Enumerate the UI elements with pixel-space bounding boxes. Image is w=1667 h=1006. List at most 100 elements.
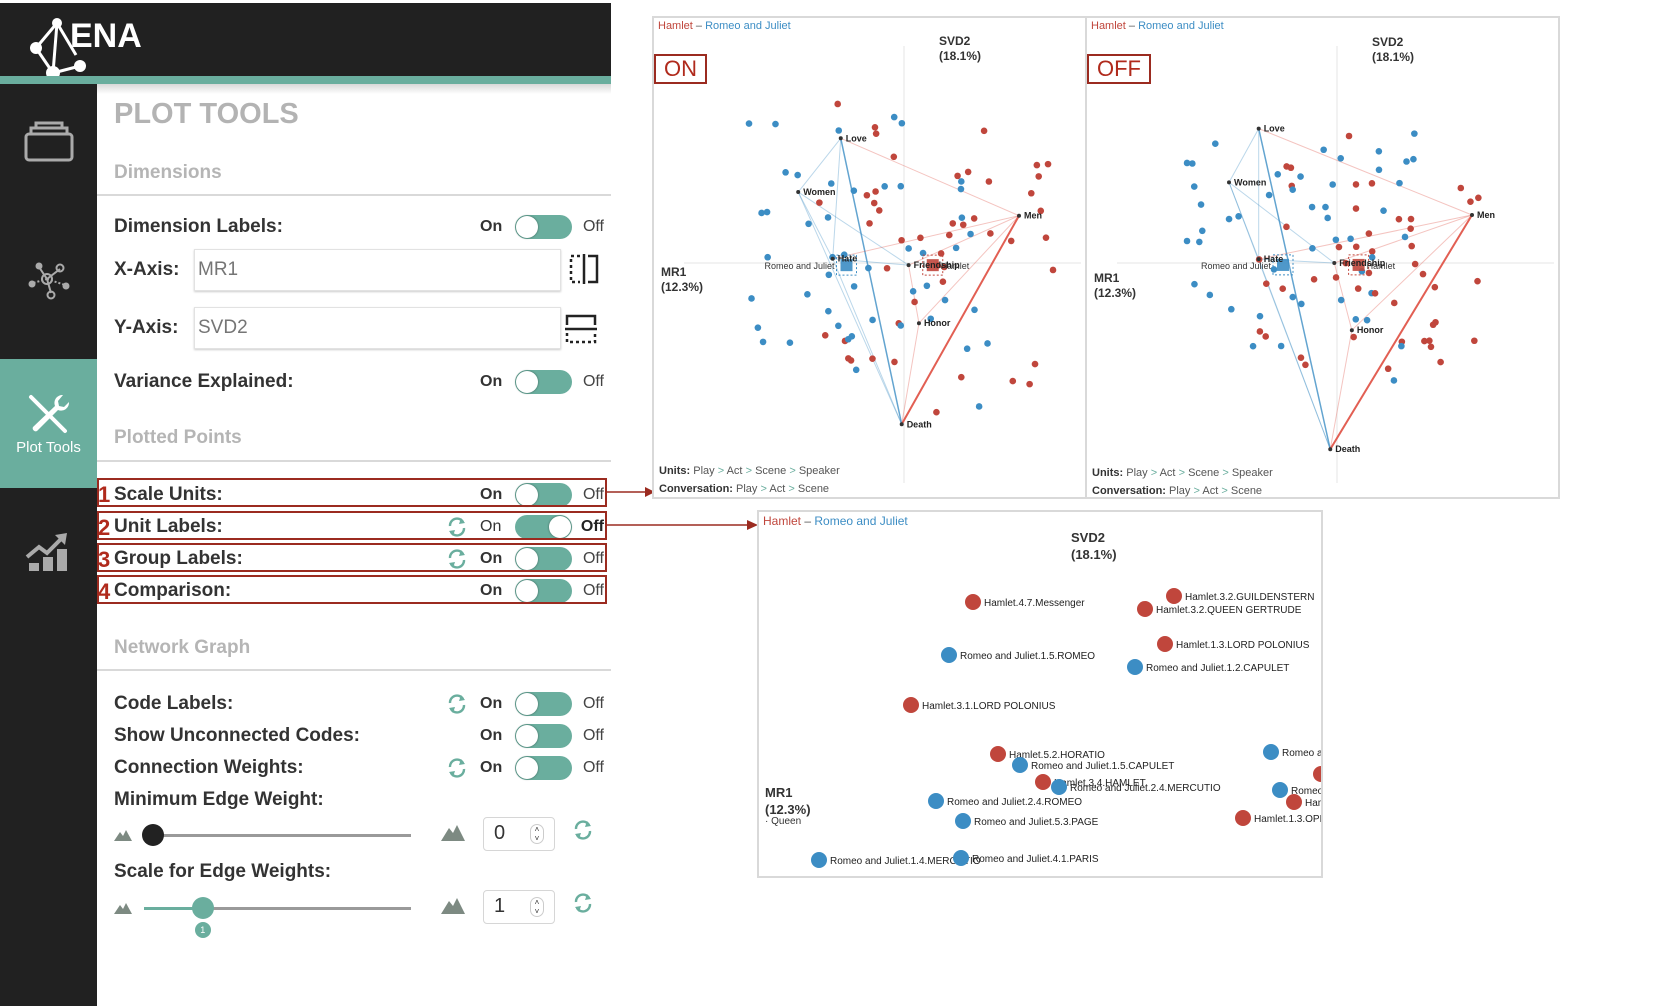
unit-label: Hamlet.3.2.QUEEN GERTRUDE [1156,605,1302,616]
code-node [899,422,904,427]
show-unconnected-toggle[interactable] [515,724,572,748]
code-label: Hate [1264,254,1284,264]
x-axis-title: MR1 (12.3%) [661,265,704,294]
highlight-box-group-labels [97,543,607,572]
flip-x-axis-icon[interactable] [567,252,601,286]
ena-plot-unit-labels[interactable]: Hamlet.4.7.Messenger Hamlet.3.2.GUILDENST… [757,510,1323,878]
code-node [1349,328,1354,333]
hamlet-unit-point [985,178,993,185]
code-labels-toggle[interactable] [515,692,572,716]
hamlet-unit-point [1283,223,1290,231]
code-label: Women [1234,177,1266,187]
min-edge-weight-thumb[interactable] [142,824,164,846]
min-edge-weight-input[interactable]: 0 ˄ ˅ [483,817,555,851]
hamlet-unit-point [1026,380,1033,388]
romeo-unit-point [1272,782,1288,798]
stepper-icon[interactable]: ˄ ˅ [530,824,544,844]
section-divider [97,194,611,196]
romeo-unit-point [794,171,801,179]
connection-weights-toggle[interactable] [515,756,572,780]
romeo-unit-point [1127,659,1143,675]
plot-canvas: Hamlet.4.7.Messenger Hamlet.3.2.GUILDENST… [811,588,1321,868]
hamlet-unit-point [1137,601,1153,617]
romeo-unit-point [1206,291,1214,299]
hamlet-unit-point [1035,774,1051,790]
plot-legend: Hamlet – Romeo and Juliet [658,20,791,32]
y-axis-label: Y-Axis: [114,317,179,338]
network-edge [1258,128,1473,216]
dimension-labels-toggle[interactable] [515,215,572,239]
unit-label: Hamlet.3.2.GUILDENSTERN [1185,592,1314,603]
romeo-unit-point [1380,207,1387,214]
hamlet-unit-point [1395,215,1403,223]
romeo-unit-point [1375,166,1383,174]
hamlet-unit-point [987,230,994,237]
romeo-unit-point [1352,316,1360,323]
hamlet-unit-point [1310,276,1318,283]
x-axis-input[interactable] [194,249,561,291]
hamlet-unit-point [898,236,905,244]
network-edge [900,215,1020,425]
ena-plot-scaled-on[interactable]: Romeo and Juliet Hamlet Love Women Men Hate Fr… [652,16,1087,499]
romeo-unit-point [754,324,762,331]
romeo-unit-point [1256,312,1264,320]
scale-edge-weights-thumb[interactable] [191,897,214,919]
sidebar-item-stats[interactable] [0,494,97,604]
unit-label: Hamlet.3.1.LORD POLONIUS [922,701,1056,712]
hamlet-unit-point [1407,215,1415,223]
y-axis-title: SVD2 (18.1%) [1071,530,1117,562]
romeo-unit-point [1265,191,1273,199]
unit-label: Romeo and Juliet.1.5.CAPULET [1031,761,1174,772]
refresh-icon[interactable] [572,892,594,914]
highlight-box-scale-units [97,478,607,507]
section-divider [97,460,611,462]
state-label-on: ON [654,54,707,84]
sidebar-item-label: Plot Tools [16,439,81,456]
code-node [1470,213,1474,217]
hamlet-unit-point [1166,588,1182,604]
romeo-unit-point [758,209,765,217]
y-axis-input[interactable] [194,307,561,349]
stepper-icon[interactable]: ˄ ˅ [530,897,544,917]
romeo-unit-point [850,187,858,195]
ena-plot-scaled-off[interactable]: Romeo and Juliet Hamlet Love Women Men Hate Fr… [1085,16,1560,499]
refresh-icon[interactable] [446,693,468,715]
hamlet-unit-point [1419,270,1427,278]
refresh-icon[interactable] [446,757,468,779]
sidebar-item-network[interactable] [0,214,97,344]
highlight-box-comparison [97,575,607,604]
scale-edge-weights-input[interactable]: 1 ˄ ˅ [483,890,555,924]
variance-explained-row: Variance Explained: On Off [114,367,604,397]
off-label: Off [582,727,604,744]
refresh-icon[interactable] [572,819,594,841]
off-label: Off [582,695,604,712]
hamlet-unit-point [1009,377,1017,385]
romeo-unit-point [955,813,971,829]
code-label: Love [1264,124,1285,134]
network-edge [1228,128,1260,183]
romeo-unit-point [852,366,860,374]
romeo-unit-point [1274,170,1282,178]
sidebar-item-data[interactable] [0,84,97,197]
flip-y-axis-icon[interactable] [564,312,598,346]
hamlet-unit-point [1432,318,1439,326]
code-node [1332,261,1337,265]
code-node [796,190,801,195]
romeo-unit-point [772,120,779,128]
code-label: Men [1477,210,1495,220]
section-divider [97,669,611,671]
code-node [1227,180,1231,185]
sidebar-item-plot-tools[interactable]: Plot Tools [0,359,97,488]
hamlet-unit-point [1283,163,1290,170]
logo-text: ENA [70,17,142,55]
hamlet-unit-point [1457,184,1465,192]
plot-canvas: Romeo and JulietHamletLoveWomenMenHateFr… [1117,46,1554,483]
min-edge-weight-track[interactable] [144,834,411,837]
romeo-unit-point [1332,236,1340,244]
hamlet-unit-point [957,373,965,381]
min-edge-weight-value: 0 [494,822,506,844]
code-label: Honor [924,318,951,328]
variance-explained-toggle[interactable] [515,370,572,394]
romeo-unit-point [1337,155,1345,162]
romeo-unit-point [952,244,960,252]
